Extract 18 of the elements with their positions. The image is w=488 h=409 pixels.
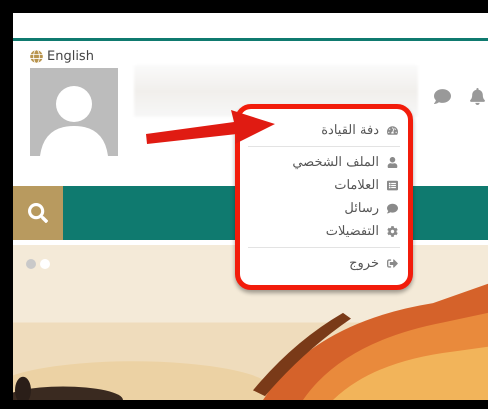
logout-icon <box>387 258 398 269</box>
menu-item[interactable]: التفضيلات <box>326 220 400 243</box>
menu-item[interactable]: خروج <box>349 252 400 275</box>
user-icon <box>387 157 398 168</box>
globe-icon <box>30 50 43 63</box>
language-link[interactable]: English <box>30 49 94 64</box>
menu-item[interactable]: دفة القيادة <box>321 119 400 142</box>
list-icon <box>387 180 398 191</box>
bell-icon[interactable] <box>469 88 486 105</box>
chat-icon[interactable] <box>434 88 451 105</box>
menu-item[interactable]: رسائل <box>344 197 400 220</box>
gear-icon <box>387 226 398 237</box>
search-icon <box>28 203 48 223</box>
chat-icon <box>387 203 398 214</box>
search-button[interactable] <box>13 186 63 240</box>
dashboard-icon <box>387 125 398 136</box>
menu-item[interactable]: الملف الشخصي <box>292 151 400 174</box>
menu-item[interactable]: العلامات <box>334 174 400 197</box>
